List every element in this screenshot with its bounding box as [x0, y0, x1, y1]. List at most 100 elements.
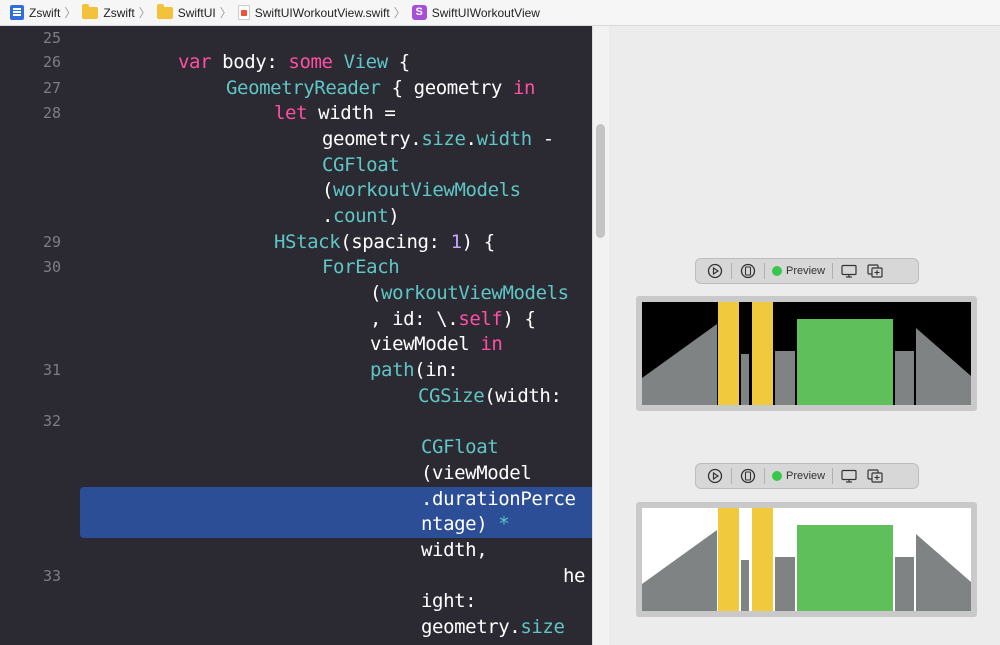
code-line: GeometryReader { geometry in: [226, 77, 536, 99]
workout-bar: [895, 351, 914, 405]
display-icon: [841, 469, 857, 483]
workout-bar: [797, 525, 893, 611]
preview-frame-dark[interactable]: [636, 296, 977, 411]
line-number: 28: [42, 104, 61, 122]
breadcrumb-group[interactable]: Zswift: [82, 0, 135, 26]
preview-on-device-button[interactable]: [735, 465, 761, 487]
chevron-right-icon: 〉: [393, 6, 406, 20]
code-line: he: [563, 565, 586, 587]
workout-bar: [741, 354, 749, 405]
code-line: CGFloat: [421, 436, 499, 458]
line-number: 31: [42, 361, 61, 379]
workout-bar: [797, 319, 893, 405]
workout-bar: [718, 508, 739, 611]
code-line: .count): [322, 205, 400, 227]
live-status-dot-icon: [772, 471, 782, 481]
live-preview-button[interactable]: [702, 260, 728, 282]
device-icon: [740, 468, 756, 484]
code-line: .durationPerce: [421, 488, 576, 510]
toolbar-divider: [731, 468, 732, 484]
line-number: 33: [42, 567, 61, 585]
workout-bar: [741, 560, 749, 611]
workout-chart-preview: [642, 508, 971, 611]
toolbar-divider: [731, 263, 732, 279]
display-icon: [841, 264, 857, 278]
code-line: CGSize(width:: [418, 385, 562, 407]
folder-icon: [156, 3, 173, 19]
breadcrumb-label: Zswift: [103, 5, 135, 20]
live-status-dot-icon: [772, 266, 782, 276]
code-line: ight:: [421, 590, 477, 612]
preview-label: Preview: [786, 265, 826, 277]
line-number: 29: [42, 233, 61, 251]
line-number: 27: [42, 79, 61, 97]
editor-scrollbar-thumb[interactable]: [596, 124, 605, 238]
workout-bar: [752, 508, 773, 611]
code-line: , id: \.self) {: [370, 308, 536, 330]
duplicate-preview-button[interactable]: [862, 465, 888, 487]
workout-bar: [775, 557, 795, 611]
breadcrumb-label: SwiftUI: [177, 5, 216, 20]
breadcrumb-label: SwiftUIWorkoutView: [431, 5, 540, 20]
code-line: viewModel in: [370, 333, 503, 355]
struct-icon: S: [411, 5, 427, 20]
preview-status: Preview: [768, 470, 829, 482]
code-line: HStack(spacing: 1) {: [274, 231, 495, 253]
folder-icon: [82, 3, 99, 19]
inspect-preview-button[interactable]: [836, 260, 862, 282]
editor-scrollbar-track[interactable]: [592, 26, 609, 645]
toolbar-divider: [764, 263, 765, 279]
code-line: geometry.size: [421, 616, 565, 638]
preview-on-device-button[interactable]: [735, 260, 761, 282]
device-icon: [740, 263, 756, 279]
breadcrumb-project[interactable]: Zswift: [10, 0, 60, 26]
code-line: ForEach: [322, 256, 400, 278]
code-line: var body: some View {: [178, 51, 410, 73]
chevron-right-icon: 〉: [64, 6, 77, 20]
code-line: (viewModel: [421, 462, 532, 484]
breadcrumb-symbol[interactable]: S SwiftUIWorkoutView: [411, 0, 540, 26]
code-line: path(in:: [370, 359, 459, 381]
code-line: ntage) *: [421, 513, 510, 535]
live-preview-button[interactable]: [702, 465, 728, 487]
line-number: 30: [42, 258, 61, 276]
duplicate-preview-button[interactable]: [862, 260, 888, 282]
inspect-preview-button[interactable]: [836, 465, 862, 487]
project-icon: [10, 5, 24, 20]
duplicate-icon: [867, 264, 883, 278]
chevron-right-icon: 〉: [219, 6, 232, 20]
code-line: CGFloat: [322, 154, 400, 176]
workout-bar: [752, 302, 773, 405]
line-number: 26: [42, 53, 61, 71]
play-circle-icon: [707, 263, 723, 279]
workout-bar: [775, 351, 795, 405]
toolbar-divider: [832, 468, 834, 484]
line-number: 32: [42, 412, 61, 430]
toolbar-divider: [764, 468, 765, 484]
code-line: width,: [421, 539, 488, 561]
jump-bar: Zswift 〉 Zswift 〉 SwiftUI 〉 SwiftUIWorko…: [0, 0, 1000, 26]
code-line: let width =: [274, 102, 396, 124]
preview-label: Preview: [786, 470, 826, 482]
breadcrumb-label: SwiftUIWorkoutView.swift: [254, 5, 390, 20]
toolbar-divider: [832, 263, 834, 279]
line-number: 25: [42, 29, 61, 47]
chevron-right-icon: 〉: [138, 6, 151, 20]
code-line: geometry.size.width -: [322, 128, 554, 150]
breadcrumb-folder[interactable]: SwiftUI: [156, 0, 216, 26]
preview-frame-light[interactable]: [636, 502, 977, 617]
preview-toolbar: Preview: [695, 258, 919, 284]
workout-chart-preview: [642, 302, 971, 405]
workout-bar: [718, 302, 739, 405]
preview-status: Preview: [768, 265, 829, 277]
breadcrumb-file[interactable]: SwiftUIWorkoutView.swift: [237, 0, 390, 26]
breadcrumb-label: Zswift: [29, 5, 61, 20]
source-editor[interactable]: 25 26 27 28 29 30 31 32 33 var body: som…: [0, 26, 592, 645]
code-line: (workoutViewModels: [370, 282, 569, 304]
duplicate-icon: [867, 469, 883, 483]
code-line: (workoutViewModels: [322, 179, 521, 201]
preview-toolbar: Preview: [695, 463, 919, 489]
workout-bar: [895, 557, 914, 611]
swift-file-icon: [237, 5, 250, 20]
play-circle-icon: [707, 468, 723, 484]
